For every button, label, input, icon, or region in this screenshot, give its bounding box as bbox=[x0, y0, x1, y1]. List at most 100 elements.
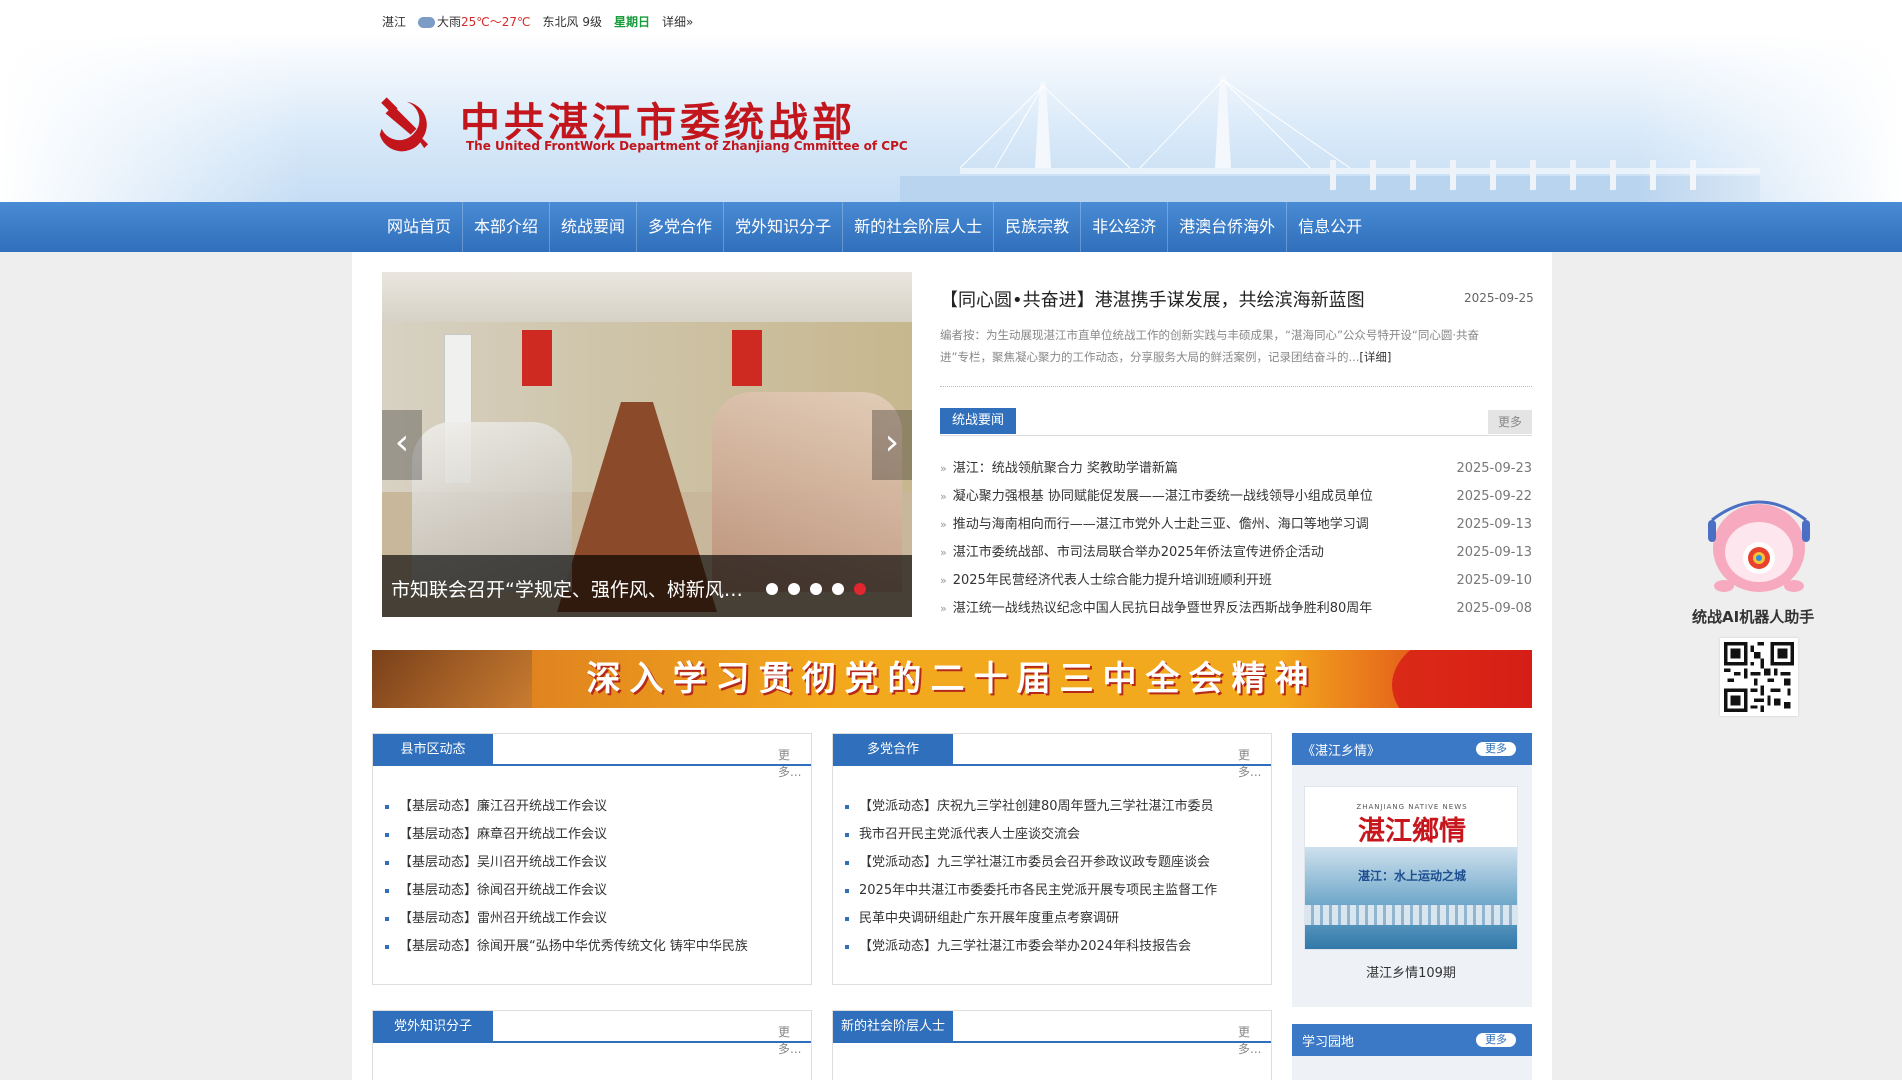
bullet-icon bbox=[845, 860, 849, 865]
plenary-session-banner[interactable]: 深入学习贯彻党的二十届三中全会精神 bbox=[372, 650, 1532, 708]
list-item[interactable]: 【基层动态】麻章召开统战工作会议 bbox=[385, 824, 748, 852]
intellectuals-box: 党外知识分子 更多... bbox=[372, 1010, 812, 1080]
banner-slogan: 深入学习贯彻党的二十届三中全会精神 bbox=[586, 659, 1318, 699]
bullet-icon: » bbox=[940, 546, 947, 559]
slider-dot[interactable] bbox=[810, 583, 822, 595]
tab-multiparty[interactable]: 多党合作 bbox=[833, 734, 953, 766]
list-item[interactable]: 我市召开民主党派代表人士座谈交流会 bbox=[845, 824, 1217, 852]
list-item-title: 【基层动态】廉江召开统战工作会议 bbox=[399, 799, 608, 814]
headline-summary-text: 编者按：为生动展现湛江市直单位统战工作的创新实践与丰硕成果，“湛海同心”公众号特… bbox=[940, 328, 1480, 364]
list-item[interactable]: 民革中央调研组赴广东开展年度重点考察调研 bbox=[845, 908, 1217, 936]
list-item[interactable]: 【基层动态】吴川召开统战工作会议 bbox=[385, 852, 748, 880]
new-class-box: 新的社会阶层人士 更多... bbox=[832, 1010, 1272, 1080]
nav-item-private-economy[interactable]: 非公经济 bbox=[1081, 202, 1169, 252]
qr-code-icon bbox=[1720, 638, 1798, 716]
news-date: 2025-09-22 bbox=[1456, 489, 1532, 504]
nav-item-info-public[interactable]: 信息公开 bbox=[1287, 202, 1373, 252]
tab-united-front-news[interactable]: 统战要闻 bbox=[940, 408, 1016, 434]
bullet-icon bbox=[845, 916, 849, 921]
list-item[interactable]: » 湛江统一战线热议纪念中国人民抗日战争暨世界反法西斯战争胜利80周年 2025-0… bbox=[940, 598, 1532, 626]
list-item-title: 民革中央调研组赴广东开展年度重点考察调研 bbox=[859, 911, 1120, 926]
cover-title: 湛江鄉情 bbox=[1358, 816, 1466, 847]
list-item[interactable]: 【基层动态】雷州召开统战工作会议 bbox=[385, 908, 748, 936]
nav-item-ethnic-religion[interactable]: 民族宗教 bbox=[994, 202, 1082, 252]
photo-slider[interactable]: ‹ › 市知联会召开“学规定、强作风、树新风”主题交流会 bbox=[382, 272, 912, 617]
list-item[interactable]: » 凝心聚力强根基 协同赋能促发展——湛江市委统一战线领导小组成员单位 2025-0… bbox=[940, 486, 1532, 514]
magazine-cover[interactable]: ZHANJIANG NATIVE NEWS 湛江鄉情 湛江：水上运动之城 bbox=[1304, 786, 1518, 950]
bullet-icon bbox=[385, 860, 389, 865]
list-item-title: 【基层动态】吴川召开统战工作会议 bbox=[399, 855, 608, 870]
weather-condition-wrap: 大雨25℃～27℃ bbox=[418, 13, 531, 30]
county-news-list: 【基层动态】廉江召开统战工作会议 【基层动态】麻章召开统战工作会议 【基层动态】… bbox=[385, 796, 748, 964]
headline-detail-link[interactable]: [详细] bbox=[1359, 350, 1391, 364]
tab-county-news[interactable]: 县市区动态 bbox=[373, 734, 493, 766]
multiparty-list: 【党派动态】庆祝九三学社创建80周年暨九三学社湛江市委员 我市召开民主党派代表人… bbox=[845, 796, 1217, 964]
weather-temp: 25℃～27℃ bbox=[461, 14, 531, 29]
news-list: » 湛江：统战领航聚合力 奖教助学谱新篇 2025-09-23 » 凝心聚力强根基 协… bbox=[940, 458, 1532, 626]
hometown-title[interactable]: 《湛江乡情》 bbox=[1302, 740, 1380, 759]
nav-item-home[interactable]: 网站首页 bbox=[376, 202, 464, 252]
cloud-rain-icon bbox=[418, 16, 436, 28]
list-item-title: 【基层动态】徐闻开展“弘扬中华优秀传统文化 铸牢中华民族 bbox=[399, 939, 748, 954]
slider-dot[interactable] bbox=[766, 583, 778, 595]
hometown-more-button[interactable]: 更多 bbox=[1476, 742, 1516, 756]
bullet-icon: » bbox=[940, 462, 947, 475]
bullet-icon bbox=[385, 832, 389, 837]
slider-dot[interactable] bbox=[788, 583, 800, 595]
tab-intellectuals[interactable]: 党外知识分子 bbox=[373, 1011, 493, 1043]
new-class-more-link[interactable]: 更多... bbox=[1238, 1023, 1271, 1057]
list-item[interactable]: 【基层动态】徐闻召开统战工作会议 bbox=[385, 880, 748, 908]
nav-item-multiparty[interactable]: 多党合作 bbox=[637, 202, 725, 252]
headline-divider bbox=[940, 386, 1532, 387]
county-more-link[interactable]: 更多... bbox=[778, 746, 811, 780]
nav-item-news[interactable]: 统战要闻 bbox=[550, 202, 638, 252]
weather-detail-link[interactable]: 详细» bbox=[662, 13, 693, 30]
tab-new-class[interactable]: 新的社会阶层人士 bbox=[833, 1011, 953, 1043]
list-item[interactable]: » 推动与海南相向而行——湛江市党外人士赴三亚、儋州、海口等地学习调 2025-09… bbox=[940, 514, 1532, 542]
study-title[interactable]: 学习园地 bbox=[1302, 1031, 1354, 1050]
list-item[interactable]: 【党派动态】九三学社湛江市委会举办2024年科技报告会 bbox=[845, 936, 1217, 964]
bullet-icon: » bbox=[940, 490, 947, 503]
nav-item-new-class[interactable]: 新的社会阶层人士 bbox=[843, 202, 995, 252]
list-item[interactable]: 【基层动态】廉江召开统战工作会议 bbox=[385, 796, 748, 824]
news-title: 湛江统一战线热议纪念中国人民抗日战争暨世界反法西斯战争胜利80周年 bbox=[952, 601, 1373, 616]
news-date: 2025-09-13 bbox=[1456, 545, 1532, 560]
study-box: 学习园地 更多 bbox=[1292, 1024, 1532, 1080]
slider-dot[interactable] bbox=[832, 583, 844, 595]
nav-item-overseas[interactable]: 港澳台侨海外 bbox=[1168, 202, 1288, 252]
news-title: 湛江：统战领航聚合力 奖教助学谱新篇 bbox=[952, 461, 1178, 476]
ai-robot-assistant-icon[interactable] bbox=[1698, 490, 1820, 600]
slider-dot-active[interactable] bbox=[854, 583, 866, 595]
nav-item-intellectuals[interactable]: 党外知识分子 bbox=[724, 202, 844, 252]
cover-skyline bbox=[1305, 905, 1517, 925]
news-title: 湛江市委统战部、市司法局联合举办2025年侨法宣传进侨企活动 bbox=[952, 545, 1324, 560]
nav-item-about[interactable]: 本部介绍 bbox=[463, 202, 551, 252]
headline-title[interactable]: 【同心圆•共奋进】港湛携手谋发展，共绘滨海新蓝图 bbox=[940, 286, 1365, 312]
list-item[interactable]: 【党派动态】庆祝九三学社创建80周年暨九三学社湛江市委员 bbox=[845, 796, 1217, 824]
list-item-title: 2025年中共湛江市委委托市各民主党派开展专项民主监督工作 bbox=[859, 883, 1218, 898]
list-item-title: 我市召开民主党派代表人士座谈交流会 bbox=[859, 827, 1081, 842]
list-item[interactable]: » 湛江市委统战部、市司法局联合举办2025年侨法宣传进侨企活动 2025-09-1… bbox=[940, 542, 1532, 570]
list-item[interactable]: 2025年中共湛江市委委托市各民主党派开展专项民主监督工作 bbox=[845, 880, 1217, 908]
party-emblem-icon bbox=[379, 97, 429, 152]
news-title: 凝心聚力强根基 协同赋能促发展——湛江市委统一战线领导小组成员单位 bbox=[952, 489, 1373, 504]
slide-photo-flag bbox=[522, 330, 552, 386]
list-item[interactable]: » 2025年民营经济代表人士综合能力提升培训班顺利开班 2025-09-10 bbox=[940, 570, 1532, 598]
multiparty-more-link[interactable]: 更多... bbox=[1238, 746, 1271, 780]
robot-label[interactable]: 统战AI机器人助手 bbox=[1692, 606, 1834, 627]
slider-prev-button[interactable]: ‹ bbox=[382, 410, 422, 480]
weather-wind: 东北风 9级 bbox=[542, 14, 602, 29]
magazine-caption[interactable]: 湛江乡情109期 bbox=[1304, 962, 1518, 981]
list-item[interactable]: » 湛江：统战领航聚合力 奖教助学谱新篇 2025-09-23 bbox=[940, 458, 1532, 486]
bullet-icon bbox=[845, 832, 849, 837]
hometown-header: 《湛江乡情》 更多 bbox=[1292, 733, 1532, 765]
slider-caption[interactable]: 市知联会召开“学规定、强作风、树新风”主题交流会 bbox=[391, 575, 751, 602]
news-more-button[interactable]: 更多 bbox=[1488, 410, 1532, 434]
study-more-button[interactable]: 更多 bbox=[1476, 1033, 1516, 1047]
list-item[interactable]: 【基层动态】徐闻开展“弘扬中华优秀传统文化 铸牢中华民族 bbox=[385, 936, 748, 964]
list-item[interactable]: 【党派动态】九三学社湛江市委员会召开参政议政专题座谈会 bbox=[845, 852, 1217, 880]
cover-subtitle: 湛江：水上运动之城 bbox=[1357, 869, 1466, 883]
slider-next-button[interactable]: › bbox=[872, 410, 912, 480]
slider-dots bbox=[766, 583, 876, 595]
intellectuals-more-link[interactable]: 更多... bbox=[778, 1023, 811, 1057]
